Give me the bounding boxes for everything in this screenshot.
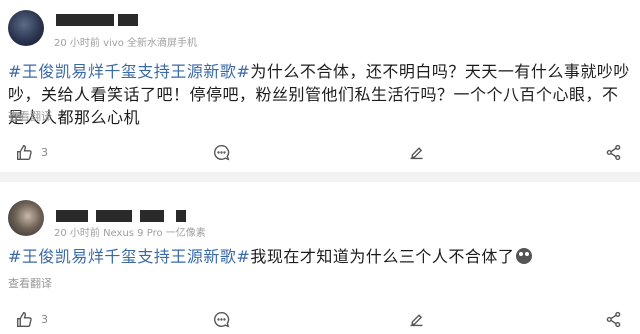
separator	[0, 172, 640, 182]
post-text: 我现在才知道为什么三个人不合体了	[250, 247, 515, 266]
comment-card: 20 小时前 Nexus 9 Pro 一亿像素 #王俊凯易烊千玺支持王源新歌#我…	[0, 182, 640, 334]
post-content: #王俊凯易烊千玺支持王源新歌#我现在才知道为什么三个人不合体了	[8, 245, 630, 268]
redacted-username	[140, 210, 164, 222]
redacted-username	[56, 210, 88, 222]
share-icon	[606, 144, 621, 160]
thumbs-up-icon	[17, 311, 32, 327]
comment-card: 20 小时前 vivo 全新水滴屏手机 #王俊凯易烊千玺支持王源新歌#为什么不合…	[0, 0, 640, 172]
translate-link[interactable]: 查看翻译	[8, 275, 52, 291]
topic-link[interactable]: #王俊凯易烊千玺支持王源新歌#	[8, 247, 250, 266]
translate-link[interactable]: 查看翻译	[8, 108, 52, 124]
comment-button[interactable]	[213, 137, 230, 167]
like-button[interactable]: 3	[16, 304, 48, 334]
redacted-username	[176, 210, 186, 222]
like-count: 3	[41, 312, 48, 326]
thumbs-up-icon	[17, 144, 32, 160]
redacted-username	[56, 14, 114, 26]
repost-button[interactable]	[408, 137, 425, 167]
post-meta: 20 小时前 vivo 全新水滴屏手机	[54, 38, 197, 49]
comment-icon	[214, 311, 230, 327]
like-count: 3	[41, 145, 48, 159]
post-content: #王俊凯易烊千玺支持王源新歌#为什么不合体，还不明白吗？天天一有什么事就吵吵吵，…	[8, 60, 630, 129]
action-bar: 3	[0, 137, 640, 167]
share-button[interactable]	[605, 137, 622, 167]
comment-icon	[214, 144, 230, 160]
repost-button[interactable]	[408, 304, 425, 334]
emoji-icon	[516, 248, 533, 264]
share-icon	[606, 311, 621, 327]
redacted-username	[96, 210, 132, 222]
avatar[interactable]	[8, 200, 44, 236]
redacted-username	[118, 14, 138, 26]
like-button[interactable]: 3	[16, 137, 48, 167]
post-meta: 20 小时前 Nexus 9 Pro 一亿像素	[54, 228, 206, 239]
avatar[interactable]	[8, 10, 44, 46]
action-bar: 3	[0, 304, 640, 334]
share-button[interactable]	[605, 304, 622, 334]
comment-button[interactable]	[213, 304, 230, 334]
topic-link[interactable]: #王俊凯易烊千玺支持王源新歌#	[8, 62, 250, 81]
repost-icon	[410, 146, 423, 159]
repost-icon	[410, 313, 423, 326]
